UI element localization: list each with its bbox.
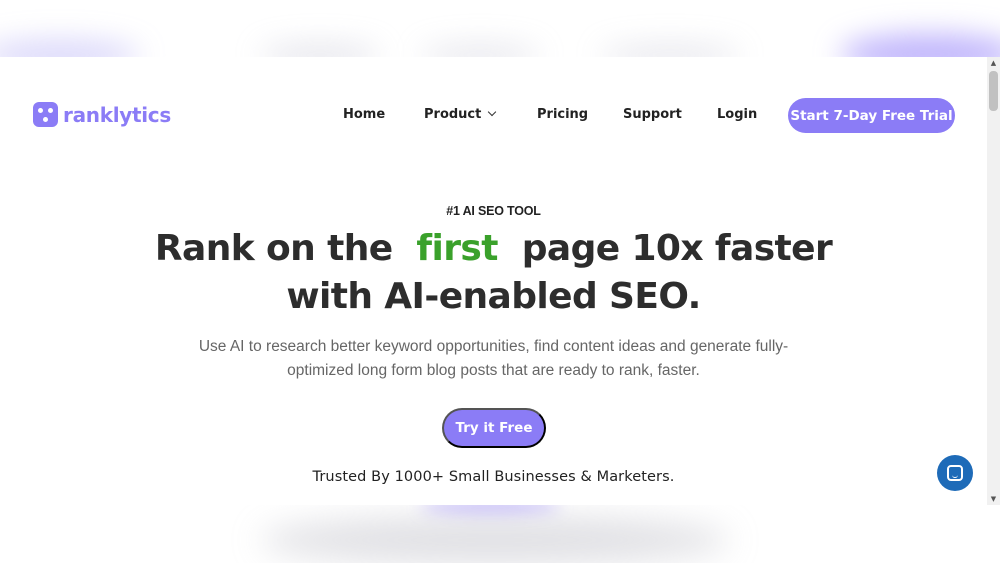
trusted-by-text: Trusted By 1000+ Small Businesses & Mark… xyxy=(312,469,675,485)
blur-glow xyxy=(420,44,540,57)
nav-product[interactable]: Product xyxy=(424,107,497,122)
headline-text: with AI-enabled SEO. xyxy=(286,276,701,317)
hero-eyebrow: #1 AI SEO TOOL xyxy=(446,204,541,218)
nav-home[interactable]: Home xyxy=(343,107,385,122)
subtitle-line: optimized long form blog posts that are … xyxy=(287,362,700,379)
page-viewport: ranklytics Home Product Pricing Support … xyxy=(0,57,987,505)
brand-name: ranklytics xyxy=(63,102,171,127)
nav-login[interactable]: Login xyxy=(717,107,757,122)
scrollbar[interactable]: ▲ ▼ xyxy=(987,57,1000,505)
top-blurred-band xyxy=(0,0,1000,57)
blur-glow xyxy=(840,34,1000,57)
try-free-button[interactable]: Try it Free xyxy=(442,408,546,448)
blur-glow xyxy=(260,515,730,563)
brand-logo[interactable]: ranklytics xyxy=(33,102,171,127)
chat-button[interactable] xyxy=(937,455,973,491)
blur-glow xyxy=(0,40,140,57)
blur-glow xyxy=(600,44,740,57)
blur-glow xyxy=(260,44,380,57)
scroll-up-arrow-icon[interactable]: ▲ xyxy=(987,57,1000,69)
chevron-down-icon xyxy=(488,107,497,117)
hero-subtitle: Use AI to research better keyword opport… xyxy=(0,335,987,383)
nav-support[interactable]: Support xyxy=(623,107,682,122)
headline-text: page 10x faster xyxy=(521,228,833,269)
scrollbar-thumb[interactable] xyxy=(989,71,998,111)
subtitle-line: Use AI to research better keyword opport… xyxy=(198,338,789,355)
nav-product-label: Product xyxy=(424,107,482,122)
scroll-down-arrow-icon[interactable]: ▼ xyxy=(987,493,1000,505)
hero-headline: Rank on the first page 10x faster with A… xyxy=(0,225,987,321)
headline-highlight: first xyxy=(416,228,498,269)
chat-icon xyxy=(947,465,963,481)
nav-pricing[interactable]: Pricing xyxy=(537,107,588,122)
start-trial-button[interactable]: Start 7-Day Free Trial xyxy=(788,98,955,133)
logo-dice-icon xyxy=(33,102,58,127)
bottom-blurred-band xyxy=(0,505,1000,563)
blur-glow xyxy=(420,505,560,513)
headline-text: Rank on the xyxy=(154,228,393,269)
